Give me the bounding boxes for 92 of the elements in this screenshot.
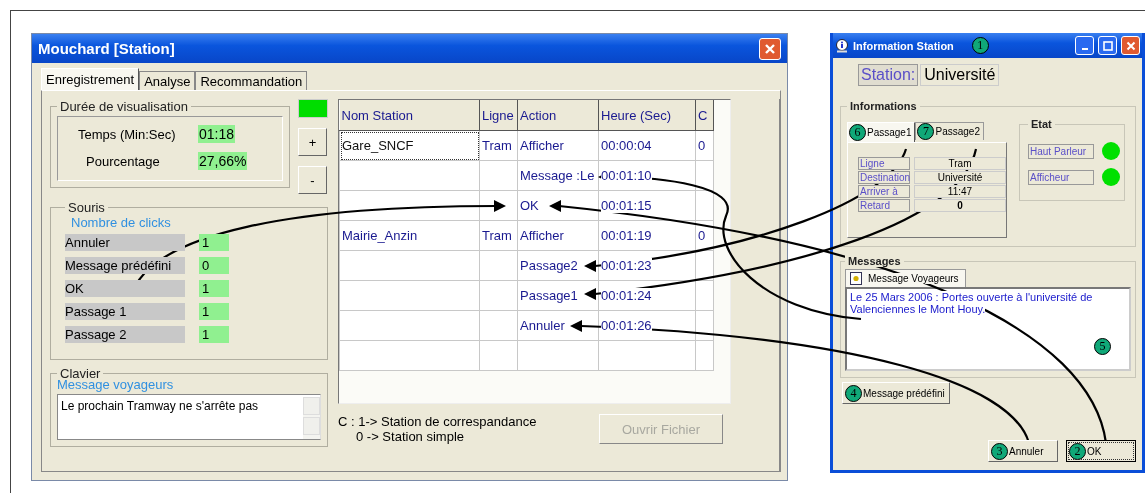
table-cell: 00:01:15 [601, 198, 652, 213]
legend-text: C : 1-> Station de correspandance [338, 414, 537, 429]
click-count: 1 [199, 326, 229, 343]
info-icon [835, 38, 849, 53]
table-cell: Gare_SNCF [342, 138, 414, 153]
number-badge: 6 [849, 124, 866, 141]
document-icon [850, 272, 862, 285]
tab[interactable]: 7 Passage2 [915, 122, 984, 140]
click-label: Passage 1 [65, 303, 185, 320]
table-cell: 00:01:10 [601, 168, 652, 183]
column-header[interactable]: Action [517, 100, 599, 131]
table-cell: Afficher [520, 228, 564, 243]
table-cell: Message :Le [520, 168, 595, 183]
click-label: Passage 2 [65, 326, 185, 343]
tab[interactable]: Enregistrement [41, 68, 140, 90]
table-cell: Tram [482, 138, 512, 153]
group-title: Souris [67, 200, 106, 215]
field-label: Retard [858, 199, 910, 212]
dialog-button[interactable]: 2 OK [1066, 440, 1136, 462]
field-label: Arriver à [858, 185, 910, 198]
maximize-icon [1102, 40, 1113, 51]
tab[interactable]: 6 Passage1 [847, 122, 916, 142]
table-cell: Passage1 [520, 288, 578, 303]
message-field[interactable]: Le prochain Tramway ne s'arrête pas [57, 394, 321, 440]
close-icon [1125, 40, 1136, 51]
number-badge: 3 [991, 442, 1008, 460]
table-cell: 00:01:19 [601, 228, 652, 243]
close-button[interactable] [759, 37, 781, 60]
field-value: Université [914, 171, 1006, 184]
group-title: Messages [845, 255, 904, 267]
field-value: 01:18 [198, 125, 236, 143]
table-cell: Mairie_Anzin [342, 228, 418, 243]
legend-text: 0 -> Station simple [355, 429, 466, 444]
click-label: OK [65, 280, 185, 297]
field-label: Destination [858, 171, 910, 184]
status-label: Afficheur [1028, 169, 1094, 185]
window-title: Information Station [853, 39, 954, 52]
close-button[interactable] [1121, 36, 1140, 55]
field-value: 11:47 [914, 185, 1006, 198]
message-field[interactable]: Le 25 Mars 2006 : Portes ouverte à l'université de Valenciennes le Mont Houy. 5 [845, 287, 1131, 371]
group-title: Durée de visualisation [59, 99, 189, 114]
table-cell: 00:01:24 [601, 288, 652, 303]
table-cell: Passage2 [520, 258, 578, 273]
table-cell: Tram [482, 228, 512, 243]
click-count: 1 [199, 303, 229, 320]
close-icon [764, 42, 776, 55]
window-title: Mouchard [Station] [38, 40, 176, 57]
number-badge: 4 [845, 384, 862, 402]
dialog-button[interactable]: 3 Annuler [988, 440, 1058, 462]
table-cell: 0 [698, 138, 706, 153]
zoom-button[interactable]: - [298, 166, 327, 194]
scrollbar[interactable] [303, 397, 320, 439]
table-cell: OK [520, 198, 539, 213]
table-cell: 00:01:26 [601, 318, 652, 333]
click-count: 1 [199, 234, 229, 251]
field-label: Pourcentage [85, 153, 161, 169]
field-label: Temps (Min:Sec) [78, 126, 177, 142]
table-cell: Afficher [520, 138, 564, 153]
field-value: 0 [914, 199, 1006, 212]
click-count: 0 [199, 257, 229, 274]
column-header[interactable]: Heure (Sec) [598, 100, 696, 131]
station-name: Université [920, 64, 1000, 86]
number-badge: 7 [917, 123, 935, 140]
number-badge: 5 [1094, 338, 1111, 355]
group-title: Informations [847, 100, 920, 112]
zoom-button[interactable]: + [298, 128, 327, 156]
field-label: Ligne [858, 157, 910, 170]
number-badge: 2 [1069, 442, 1086, 460]
tab[interactable]: Message Voyageurs [845, 269, 966, 287]
field-value: Tram [914, 157, 1006, 170]
status-light [298, 99, 328, 118]
predefined-message-button[interactable]: 4 Message prédéfini [842, 382, 950, 404]
status-label: Haut Parleur [1028, 143, 1094, 159]
field-value: 27,66% [198, 152, 248, 170]
click-count: 1 [199, 280, 229, 297]
table-cell: 0 [698, 228, 706, 243]
group-subtitle: Nombre de clicks [70, 215, 172, 230]
minimize-button[interactable] [1075, 36, 1094, 55]
table-cell: 00:01:23 [601, 258, 652, 273]
table-cell: 00:00:04 [601, 138, 652, 153]
number-badge: 1 [971, 37, 989, 54]
maximize-button[interactable] [1098, 36, 1117, 55]
column-header[interactable]: Nom Station [339, 100, 480, 131]
table-cell: Annuler [520, 318, 565, 333]
click-label: Annuler [65, 234, 185, 251]
tab[interactable]: Recommandation [195, 71, 308, 90]
column-header[interactable]: Ligne [479, 100, 518, 131]
group-title: Etat [1028, 118, 1055, 130]
tab[interactable]: Analyse [139, 71, 196, 90]
station-label: Station: [858, 64, 919, 86]
click-label: Message prédéfini [65, 257, 185, 274]
minimize-icon [1081, 48, 1088, 50]
